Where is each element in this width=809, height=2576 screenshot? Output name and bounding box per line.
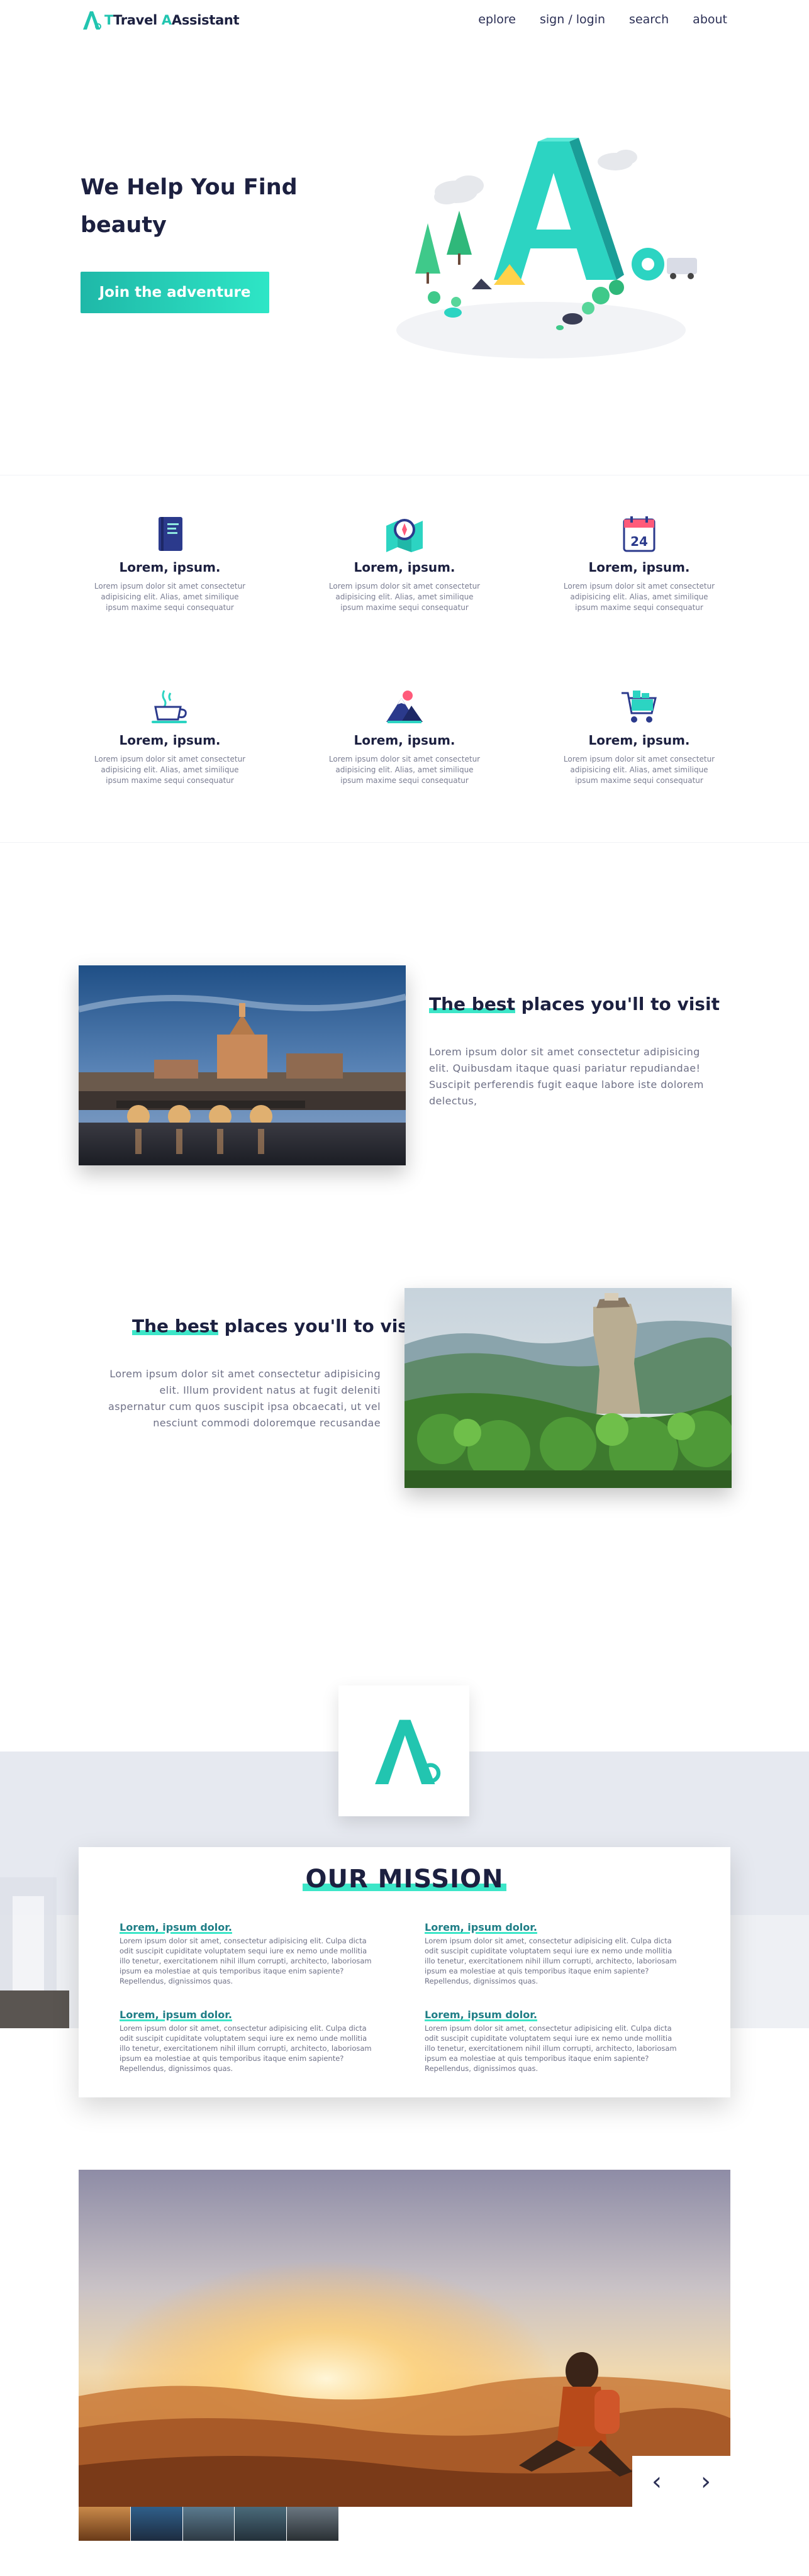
place-title: The best places you'll to visit	[132, 1316, 423, 1336]
feature-text: Lorem ipsum dolor sit amet consectetur a…	[563, 755, 715, 785]
main-nav: eplore sign / login search about	[478, 13, 727, 26]
feature-title: Lorem, ipsum.	[119, 560, 221, 575]
mission-block: Lorem, ipsum dolor. Lorem ipsum dolor si…	[425, 1921, 683, 1986]
place-description: Lorem ipsum dolor sit amet consectetur a…	[429, 1046, 704, 1107]
feature-card: Lorem, ipsum. Lorem ipsum dolor sit amet…	[323, 686, 486, 786]
nav-link-explore[interactable]: eplore	[478, 13, 516, 26]
place-title-rest: places you'll to visit	[515, 994, 720, 1014]
logo-a-icon	[83, 11, 101, 30]
feature-title: Lorem, ipsum.	[354, 560, 455, 575]
place-title-rest: places you'll to visit	[218, 1316, 423, 1336]
book-icon	[149, 513, 191, 555]
place-title: The best places you'll to visit	[429, 994, 720, 1014]
place-photo-mountain-pillar	[404, 1288, 732, 1488]
gallery-nav: ‹ ›	[632, 2456, 730, 2507]
place-description: Lorem ipsum dolor sit amet consectetur a…	[108, 1368, 381, 1429]
mission-block-text: Lorem ipsum dolor sit amet, consectetur …	[120, 2024, 372, 2073]
logo-a-icon	[375, 1719, 441, 1784]
gallery-thumbnails	[79, 2507, 339, 2541]
feature-title: Lorem, ipsum.	[119, 733, 221, 748]
feature-title: Lorem, ipsum.	[588, 560, 690, 575]
gallery-prev-button[interactable]: ‹	[638, 2463, 676, 2501]
feature-text: Lorem ipsum dolor sit amet consectetur a…	[94, 755, 246, 785]
feature-card: 24 Lorem, ipsum. Lorem ipsum dolor sit a…	[557, 513, 721, 613]
gallery-thumbnail[interactable]	[182, 2507, 235, 2541]
place-title-highlight: The best	[429, 994, 515, 1014]
coffee-cup-icon	[149, 686, 191, 728]
site-logo[interactable]: TTravel AAssistant	[81, 9, 240, 31]
gallery-thumbnail[interactable]	[130, 2507, 183, 2541]
logo-text: TTravel AAssistant	[104, 13, 240, 28]
gallery-thumbnail[interactable]	[79, 2507, 131, 2541]
mission-block-text: Lorem ipsum dolor sit amet, consectetur …	[425, 1936, 677, 1985]
feature-title: Lorem, ipsum.	[354, 733, 455, 748]
mission-logo-box	[338, 1685, 469, 1816]
calendar-icon: 24	[618, 513, 660, 555]
nav-link-search[interactable]: search	[629, 13, 669, 26]
place-photo-city-bridge	[79, 965, 406, 1165]
join-adventure-button[interactable]: Join the adventure	[81, 272, 269, 313]
feature-text: Lorem ipsum dolor sit amet consectetur a…	[94, 582, 246, 612]
feature-card: Lorem, ipsum. Lorem ipsum dolor sit amet…	[88, 686, 252, 786]
mission-block: Lorem, ipsum dolor. Lorem ipsum dolor si…	[120, 2009, 377, 2074]
feature-card: Lorem, ipsum. Lorem ipsum dolor sit amet…	[557, 686, 721, 786]
mission-block-heading: Lorem, ipsum dolor.	[120, 1921, 232, 1933]
nav-link-about[interactable]: about	[693, 13, 727, 26]
mission-block: Lorem, ipsum dolor. Lorem ipsum dolor si…	[120, 1921, 377, 1986]
mission-block-heading: Lorem, ipsum dolor.	[120, 2009, 232, 2021]
feature-title: Lorem, ipsum.	[588, 733, 690, 748]
mission-card: OUR MISSION Lorem, ipsum dolor. Lorem ip…	[79, 1847, 730, 2097]
mission-block-heading: Lorem, ipsum dolor.	[425, 1921, 537, 1933]
features-section: Lorem, ipsum. Lorem ipsum dolor sit amet…	[0, 475, 809, 843]
mission-block: Lorem, ipsum dolor. Lorem ipsum dolor si…	[425, 2009, 683, 2074]
hero-title-line1: We Help You Find	[81, 175, 298, 200]
mission-block-text: Lorem ipsum dolor sit amet, consectetur …	[425, 2024, 677, 2073]
place-title-highlight: The best	[132, 1316, 218, 1336]
feature-card: Lorem, ipsum. Lorem ipsum dolor sit amet…	[88, 513, 252, 613]
map-compass-icon	[384, 513, 425, 555]
nav-link-sign-login[interactable]: sign / login	[540, 13, 605, 26]
feature-text: Lorem ipsum dolor sit amet consectetur a…	[563, 582, 715, 612]
feature-card: Lorem, ipsum. Lorem ipsum dolor sit amet…	[323, 513, 486, 613]
gallery-thumbnail[interactable]	[235, 2507, 287, 2541]
calendar-day: 24	[630, 534, 648, 549]
gallery-next-button[interactable]: ›	[687, 2463, 725, 2501]
feature-text: Lorem ipsum dolor sit amet consectetur a…	[328, 755, 481, 785]
gallery-thumbnail[interactable]	[287, 2507, 339, 2541]
feature-text: Lorem ipsum dolor sit amet consectetur a…	[328, 582, 481, 612]
mission-block-heading: Lorem, ipsum dolor.	[425, 2009, 537, 2021]
mountain-icon	[384, 686, 425, 728]
hero-title-highlight: beauty	[81, 206, 167, 244]
hero-illustration	[396, 138, 697, 358]
hero-title: We Help You Find beauty	[81, 169, 298, 244]
mission-block-text: Lorem ipsum dolor sit amet, consectetur …	[120, 1936, 372, 1985]
mission-title: OUR MISSION	[303, 1865, 506, 1894]
cart-icon	[618, 686, 660, 728]
